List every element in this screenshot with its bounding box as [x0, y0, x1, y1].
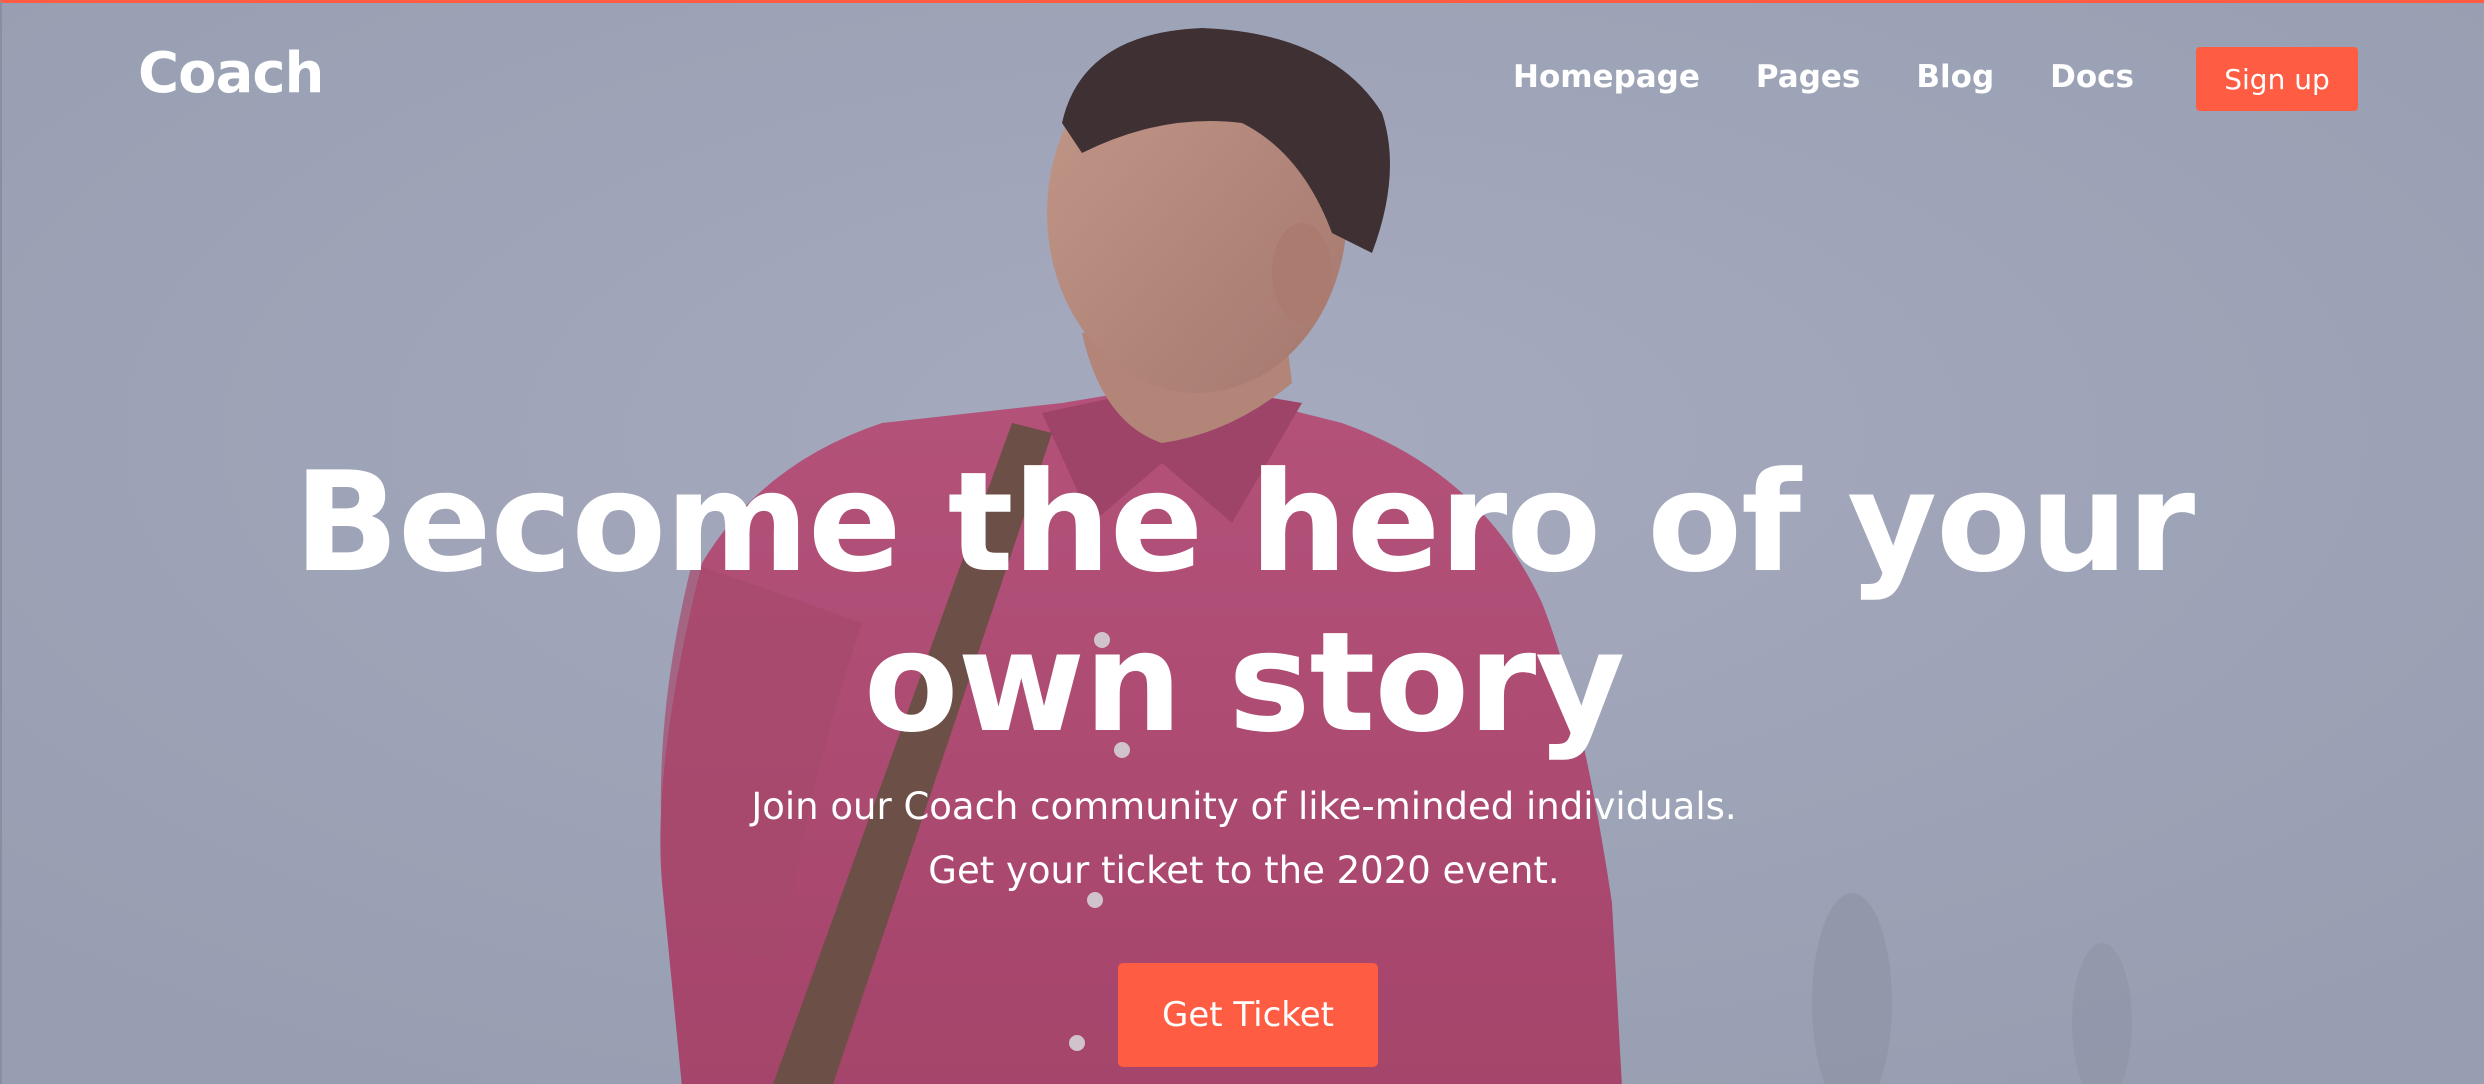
nav-link-homepage[interactable]: Homepage	[1513, 59, 1700, 95]
get-ticket-button[interactable]: Get Ticket	[1118, 963, 1378, 1067]
nav-link-blog[interactable]: Blog	[1916, 59, 1994, 95]
hero-headline-line-1: Become the hero of your	[293, 442, 2195, 603]
navbar: Coach Homepage Pages Blog Docs Sign up	[2, 3, 2484, 153]
hero-subtext: Join our Coach community of like-minded …	[2, 775, 2484, 903]
hero-subtext-line-1: Join our Coach community of like-minded …	[751, 785, 1737, 828]
hero-section: Coach Homepage Pages Blog Docs Sign up B…	[0, 0, 2484, 1084]
hero-headline: Become the hero of your own story	[2, 443, 2484, 763]
signup-button[interactable]: Sign up	[2196, 47, 2358, 111]
nav-link-docs[interactable]: Docs	[2050, 59, 2134, 95]
hero-headline-line-2: own story	[863, 602, 1626, 763]
nav-link-pages[interactable]: Pages	[1756, 59, 1860, 95]
brand-logo[interactable]: Coach	[138, 41, 324, 106]
hero-subtext-line-2: Get your ticket to the 2020 event.	[928, 849, 1560, 892]
nav-links: Homepage Pages Blog Docs	[1457, 59, 2134, 95]
